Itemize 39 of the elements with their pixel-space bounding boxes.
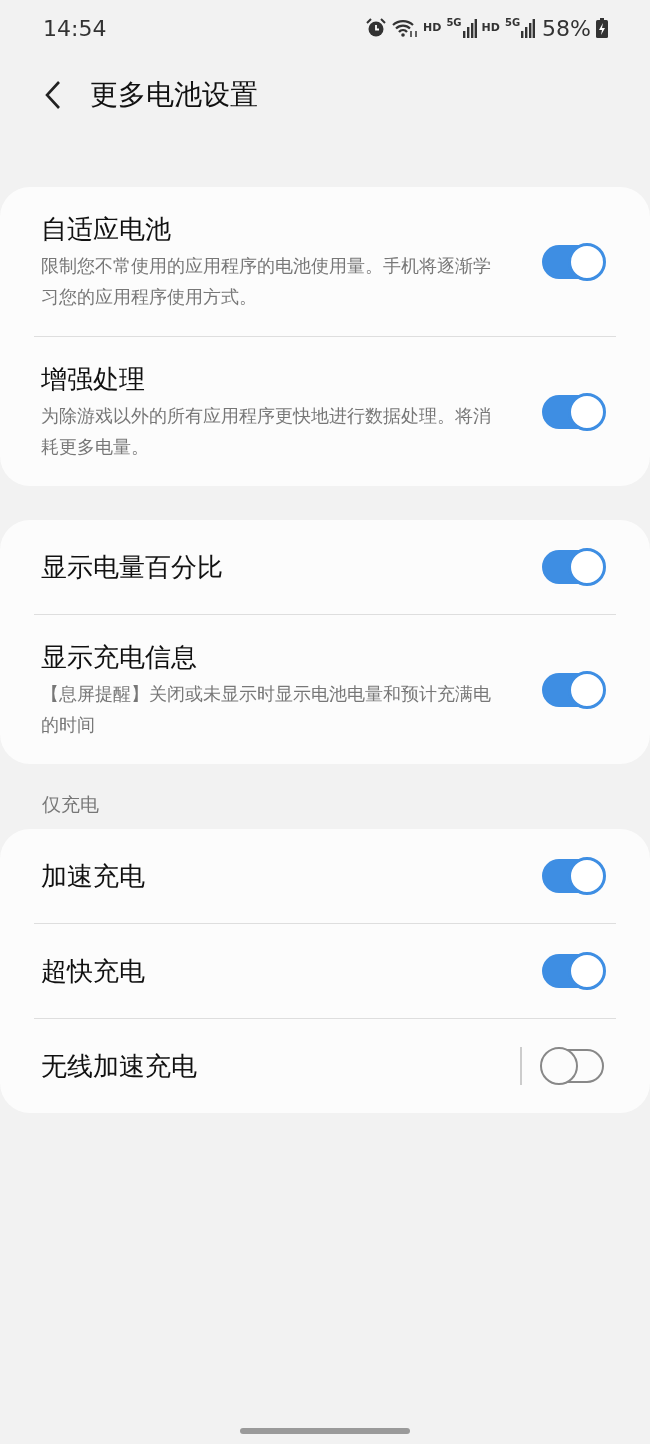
battery-percentage: 58% xyxy=(542,14,591,43)
alarm-icon xyxy=(365,17,388,39)
setting-row[interactable]: 超快充电 xyxy=(0,923,650,1018)
setting-row[interactable]: 增强处理 为除游戏以外的所有应用程序更快地进行数据处理。将消耗更多电量。 xyxy=(0,337,650,486)
toggle-switch[interactable] xyxy=(542,394,604,429)
toggle-switch[interactable] xyxy=(542,953,604,988)
wifi-icon xyxy=(392,18,419,38)
back-icon xyxy=(45,80,61,110)
setting-title: 自适应电池 xyxy=(41,212,172,246)
setting-title: 增强处理 xyxy=(41,362,146,396)
page-title: 更多电池设置 xyxy=(90,77,258,113)
toggle-switch[interactable] xyxy=(542,858,604,893)
setting-row[interactable]: 加速充电 xyxy=(0,828,650,923)
signal-icon xyxy=(521,18,536,38)
toggle-switch[interactable] xyxy=(542,672,604,707)
battery-charging-icon xyxy=(596,18,608,38)
toggle-switch[interactable] xyxy=(542,550,604,584)
setting-title: 加速充电 xyxy=(41,859,146,893)
setting-row[interactable]: 显示充电信息 【息屏提醒】关闭或未显示时显示电池电量和预计充满电的时间 xyxy=(0,615,650,764)
network-type-label: HD xyxy=(423,19,442,36)
setting-description: 为除游戏以外的所有应用程序更快地进行数据处理。将消耗更多电量。 xyxy=(41,403,492,459)
setting-description: 【息屏提醒】关闭或未显示时显示电池电量和预计充满电的时间 xyxy=(41,681,492,737)
setting-title: 超快充电 xyxy=(41,954,146,988)
setting-title: 显示电量百分比 xyxy=(41,551,224,584)
network-type-label: HD xyxy=(481,19,500,36)
setting-description: 限制您不常使用的应用程序的电池使用量。手机将逐渐学习您的应用程序使用方式。 xyxy=(41,253,492,309)
setting-row[interactable]: 无线加速充电 xyxy=(0,1018,650,1113)
section-header: 仅充电 xyxy=(41,792,100,817)
signal-icon xyxy=(462,18,477,38)
setting-title: 显示充电信息 xyxy=(41,640,198,674)
status-time: 14:54 xyxy=(43,14,107,43)
toggle-switch[interactable] xyxy=(542,244,604,279)
setting-title: 无线加速充电 xyxy=(41,1049,198,1083)
setting-row[interactable]: 显示电量百分比 xyxy=(0,520,650,614)
setting-row[interactable]: 自适应电池 限制您不常使用的应用程序的电池使用量。手机将逐渐学习您的应用程序使用方式。 xyxy=(0,187,650,336)
toggle-switch[interactable] xyxy=(542,1048,604,1083)
network-type-label: 5G xyxy=(446,15,462,30)
network-type-label: 5G xyxy=(504,15,521,30)
navigation-handle[interactable] xyxy=(240,1428,410,1434)
